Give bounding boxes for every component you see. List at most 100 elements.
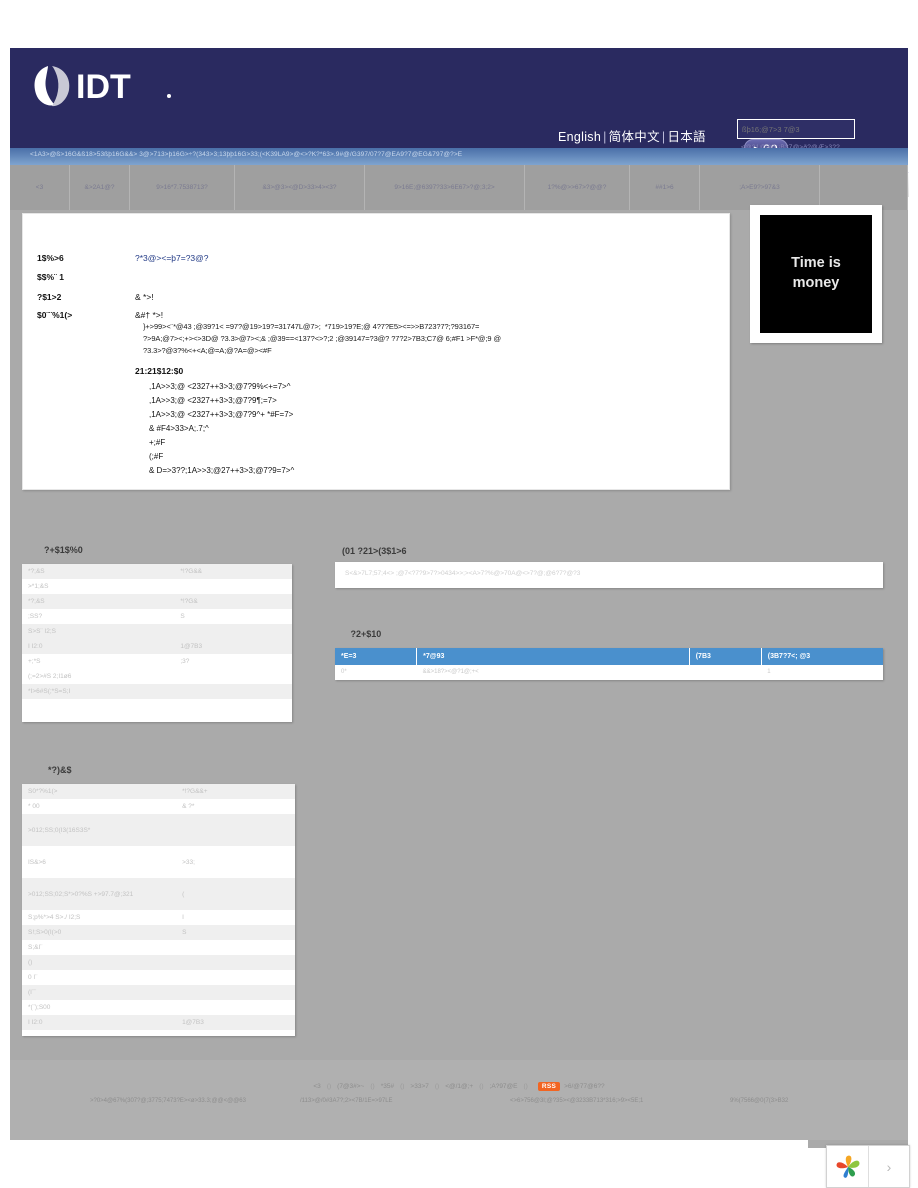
extra-cell-value-1: & ?*	[182, 803, 195, 810]
table-row: * 00 & ?*	[22, 799, 295, 814]
language-link-english[interactable]: English	[558, 130, 601, 144]
idt-logo[interactable]: IDT	[30, 62, 180, 110]
specs-cell-value-8	[174, 684, 292, 699]
extra-cell-name-7: S;&I¨	[28, 944, 43, 951]
breadcrumb[interactable]: <1A3>@ß>16G&ß18>53ßþ16G&&> 3@>713>þ16G>÷…	[30, 151, 462, 158]
parts-col-type[interactable]: *E=3	[335, 648, 418, 665]
parts-section-title: ?2+$10	[348, 629, 382, 639]
footer-legal-1: /113>@/0#3A7?;2><7B/1E=>97LE	[300, 1098, 393, 1104]
specs-cell-value-0: *!?G&&	[174, 564, 292, 579]
footer-sep-4: ()	[479, 1083, 484, 1090]
extra-cell-name-6: S!;S>0(I(>0	[22, 925, 177, 940]
widget-next-arrow[interactable]: ›	[869, 1146, 909, 1187]
specs-cell-name-3: ;SS?	[28, 613, 43, 620]
extra-cell-value-8	[176, 955, 295, 970]
parts-col-title[interactable]: *7@93	[416, 648, 690, 665]
footer-link-4[interactable]: <@/1@;+	[445, 1083, 473, 1090]
extra-cell-value-6: S	[176, 925, 295, 940]
subnav-item-3[interactable]: &3>@3><@D>33>4><3?	[235, 165, 365, 210]
article-list-item-1[interactable]: ,1A>>3;@ <2327++3>3;@7?9¶;=7>	[149, 396, 277, 405]
table-row: 0 I¨	[22, 970, 295, 985]
subnav-item-1[interactable]: &>2A1@?	[70, 165, 130, 210]
article-list-item-6[interactable]: & D=>3??;1A>>3;@27++3>3;@7?9=7>^	[149, 466, 294, 475]
search-input[interactable]	[737, 119, 855, 139]
language-link-chinese[interactable]: 简体中文	[609, 130, 660, 144]
table-row: S>S¨ I2;S	[22, 624, 292, 639]
article-list-item-4[interactable]: +;#F	[149, 438, 165, 447]
subnav-item-7[interactable]: ;A>E9?>97&3	[700, 165, 820, 210]
footer-sep-0: ()	[326, 1083, 332, 1090]
language-link-japanese[interactable]: 日本語	[667, 130, 705, 144]
extra-cell-value-9	[176, 970, 295, 985]
extra-cell-name-10: (I¨¨	[22, 985, 177, 1000]
extra-cell-value-2	[176, 814, 295, 846]
specs-cell-value-6: ;3?	[180, 658, 190, 665]
footer-sep-5: ()	[523, 1083, 528, 1090]
extra-cell-name-4: >012;SS;02;S*>0?%S +>97.7@;321	[22, 878, 177, 910]
extra-cell-name-2: >012;SS;0(I3(16S3S*	[22, 814, 177, 846]
specs-table: *?;&S *!?G&& >*1;&S *?;&S *!?G& ;SS? S S>S¨…	[22, 564, 292, 699]
footer-link-5[interactable]: ;A?97@E	[490, 1083, 518, 1090]
article-list-item-0[interactable]: ,1A>>3;@ <2327++3>3;@7?9%<+=7>^	[149, 382, 290, 391]
pinwheel-flower-icon[interactable]	[827, 1146, 869, 1187]
extra-cell-value-12: 1@7B3	[176, 1015, 295, 1030]
sub-navigation: <3 &>2A1@? 9>16*7.7538713? &3>@3><@D>33>…	[10, 165, 908, 210]
extra-section-title: *?)&$	[48, 765, 72, 775]
promo-line-1: Time is	[791, 255, 841, 272]
footer-link-0[interactable]: <3	[313, 1083, 320, 1090]
footer-link-3[interactable]: >33>7	[410, 1083, 428, 1090]
parts-col-revision[interactable]: (3B7?7<; @3	[761, 648, 883, 665]
extra-cell-value-7	[176, 940, 295, 955]
browser-widget[interactable]: ›	[826, 1145, 910, 1188]
article-list-item-2[interactable]: ,1A>>3;@ <2327++3>3;@7?9^+ *#F=7>	[149, 410, 293, 419]
extra-cell-name-3: IS&>6	[28, 858, 46, 866]
subnav-item-5[interactable]: 1?%@>>67>?@@?	[525, 165, 630, 210]
extra-cell-name-5: S;p%*>4 S>./ I2;S	[28, 914, 81, 921]
table-row: (I¨¨	[22, 985, 295, 1000]
extra-cell-name-9: 0 I¨	[28, 974, 38, 981]
article-label-3: $0¨¨%1(>	[37, 310, 73, 320]
article-panel: 1$%>6 ?*3@><=þ7=?3@? $$%¨ 1 ?$1>2 & *>! …	[22, 213, 730, 490]
footer-link-2[interactable]: *35#	[381, 1083, 394, 1090]
specs-cell-name-7: (;=2>#S 2;I1ø6	[28, 673, 72, 680]
article-list-item-3[interactable]: & #F4>33>A;.7;^	[149, 424, 209, 433]
footer-sep-1: ()	[370, 1083, 375, 1090]
table-row: *?;&S *!?G&&	[22, 564, 292, 579]
subnav-item-6[interactable]: ##1>6	[630, 165, 700, 210]
subnav-item-0[interactable]: <3	[10, 165, 70, 210]
parts-panel: *E=3 *7@93 (7B3 (3B7?7<; @3 0* &&>18?><@…	[335, 648, 883, 680]
page-root: IDT English|简体中文|日本語 ▶ GO <@?1@ ºG;¡B37@…	[0, 0, 918, 1188]
table-row: S!;S>0(I(>0 S	[22, 925, 295, 940]
parts-cell-title-0[interactable]: &&>18?><@?1@;+<	[416, 665, 690, 679]
subnav-item-2[interactable]: 9>16*7.7538713?	[130, 165, 235, 210]
parts-col-size[interactable]: (7B3	[689, 648, 762, 665]
table-row: >*1;&S	[22, 579, 292, 594]
idt-logo-svg: IDT	[34, 66, 171, 107]
footer-links: <3 () (7@3#>~ () *35# () >33>7 () <@/1@;+ () ;A?97…	[10, 1082, 908, 1091]
article-value-0[interactable]: ?*3@><=þ7=?3@?	[135, 253, 209, 263]
footer-link-1[interactable]: (7@3#>~	[337, 1083, 364, 1090]
extra-cell-name-1: * 00	[28, 803, 40, 810]
parts-cell-size-0	[689, 665, 762, 679]
table-row: 0* &&>18?><@?1@;+< 1	[335, 665, 883, 679]
article-list-item-5[interactable]: (;#F	[149, 452, 163, 461]
table-row: I I2:0 1@7B3	[22, 1015, 295, 1030]
specs-cell-name-8: *I>6#S(;*S=S;I	[22, 684, 175, 699]
extra-cell-value-10	[176, 985, 295, 1000]
breadcrumb-bar: <1A3>@ß>16G&ß18>53ßþ16G&&> 3@>713>þ16G>÷…	[10, 148, 908, 165]
subnav-item-4[interactable]: 9>16E;@6397?33>6E67>?@;3;2>	[365, 165, 525, 210]
footer-link-trailing[interactable]: >6/@77@6??	[564, 1083, 605, 1090]
table-row: S;&I¨	[22, 940, 295, 955]
site-footer: <3 () (7@3#>~ () *35# () >33>7 () <@/1@;+ () ;A?97…	[10, 1060, 908, 1140]
footer-legal-2: <>6>756@3I;@?35><@3233B713*316;>9><5E;1	[510, 1098, 644, 1104]
extra-cell-value-4: (	[176, 878, 295, 910]
extra-table: S0*?%1(> *!?G&&+ * 00 & ?* >012;SS;0(I3(16…	[22, 784, 295, 1030]
extra-cell-name-8: ()	[22, 955, 177, 970]
extra-cell-name-0: S0*?%1(>	[22, 784, 177, 799]
promo-banner[interactable]: Time is money	[750, 205, 882, 343]
footer-sep-2: ()	[400, 1083, 405, 1090]
table-row: S0*?%1(> *!?G&&+	[22, 784, 295, 799]
description-text: S<&>7L7;57;4<> ;@7<?7?9>7?>0434>>;><A>7?…	[345, 570, 581, 577]
extra-cell-value-11	[176, 1000, 295, 1015]
rss-badge[interactable]: RSS	[537, 1082, 561, 1091]
